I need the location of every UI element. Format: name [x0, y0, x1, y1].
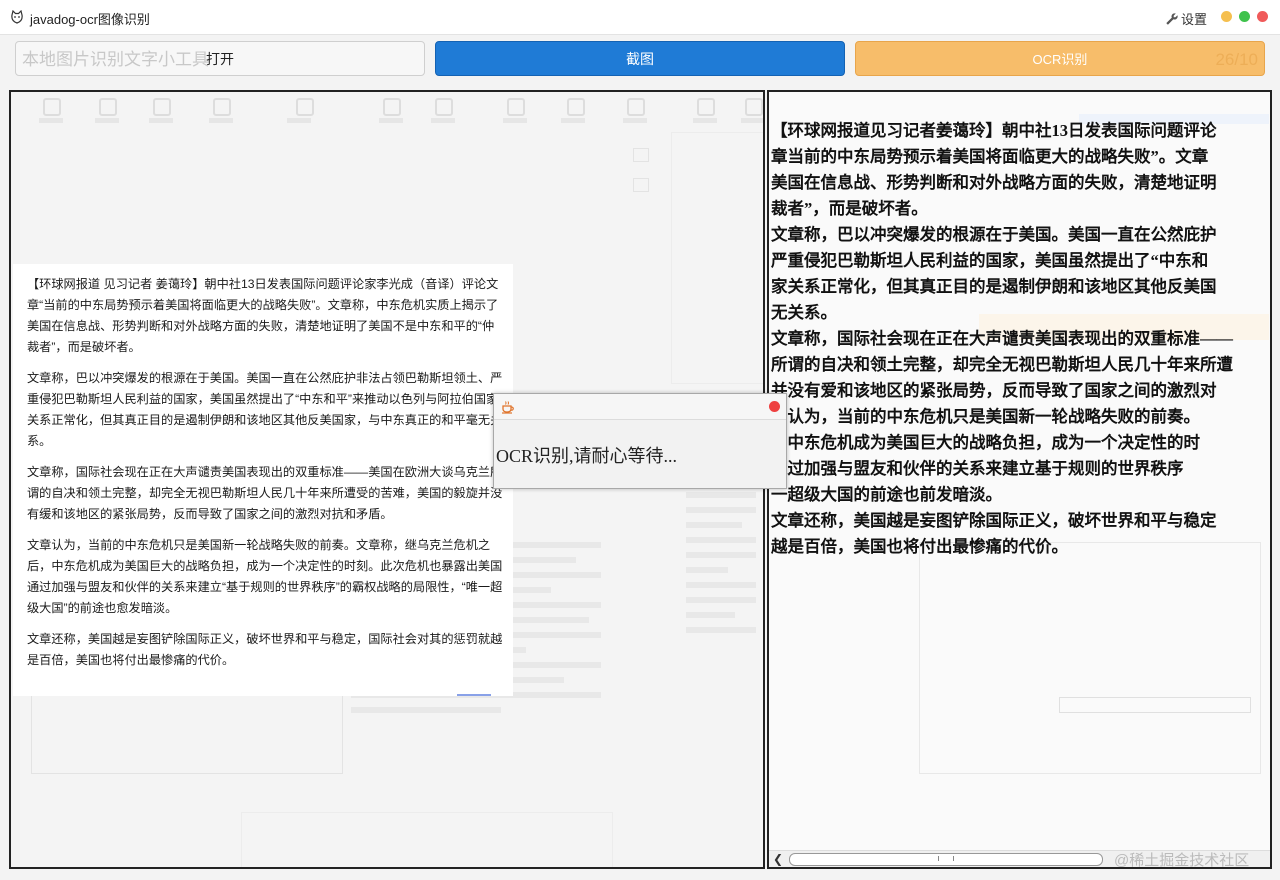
- toolbar: 本地图片识别文字小工具 打开 截图 OCR识别 26/10: [0, 35, 1280, 87]
- ocr-result-pane[interactable]: 【环球网报道见习记者姜蔼玲】朝中社13日发表国际问题评论 章当前的中东局势预示着…: [767, 90, 1272, 869]
- window-title: javadog-ocr图像识别: [30, 12, 150, 27]
- ocr-button-ghost-text: 26/10: [1215, 50, 1258, 69]
- ocr-line: 章认为，当前的中东危机只是美国新一轮战略失败的前奏。: [771, 407, 1200, 426]
- settings-button[interactable]: 设置: [1165, 9, 1207, 28]
- wrench-icon: [1166, 13, 1178, 25]
- article-paragraph: 【环球网报道 见习记者 姜蔼玲】朝中社13日发表国际问题评论家李光成（音译）评论…: [27, 277, 499, 354]
- background-ghost-panel: [241, 812, 613, 867]
- background-ghost-panel: [919, 542, 1261, 774]
- open-button-label: 打开: [206, 51, 234, 67]
- dialog-title-bar: [494, 394, 786, 420]
- ocr-line: 所谓的自决和领土完整，却完全无视巴勒斯坦人民几十年来所遭: [771, 355, 1233, 374]
- background-ghost-element: [633, 178, 649, 192]
- article-paragraph: 文章认为，当前的中东危机只是美国新一轮战略失败的前奏。文章称，继乌克兰危机之后，…: [27, 538, 503, 615]
- ocr-line: 严重侵犯巴勒斯坦人民利益的国家，美国虽然提出了“中东和: [771, 251, 1209, 270]
- ocr-line: 文章称，巴以冲突爆发的根源在于美国。美国一直在公然庇护: [771, 225, 1217, 244]
- article-underline-mark: [457, 694, 491, 696]
- minimize-button[interactable]: [1221, 11, 1232, 22]
- scrollbar-grip-icon: [938, 856, 954, 861]
- captured-article-image: 【环球网报道 见习记者 姜蔼玲】朝中社13日发表国际问题评论家李光成（音译）评论…: [13, 264, 513, 696]
- settings-label: 设置: [1181, 12, 1208, 27]
- watermark-text: @稀土掘金技术社区: [1114, 852, 1250, 869]
- dialog-message: OCR识别,请耐心等待...: [496, 446, 678, 466]
- app-logo-icon: [11, 10, 23, 24]
- close-button[interactable]: [1257, 11, 1268, 22]
- ocr-line: 一超级大国的前途也前发暗淡。: [771, 485, 1002, 504]
- ocr-line: 【环球网报道见习记者姜蔼玲】朝中社13日发表国际问题评论: [771, 121, 1217, 140]
- maximize-button[interactable]: [1239, 11, 1250, 22]
- ocr-line: 并没有爱和该地区的紧张局势，反而导致了国家之间的激烈对: [771, 381, 1217, 400]
- open-button[interactable]: 本地图片识别文字小工具 打开: [15, 41, 425, 76]
- article-paragraph: 文章还称，美国越是妄图铲除国际正义，破坏世界和平与稳定，国际社会对其的惩罚就越是…: [27, 632, 503, 667]
- ocr-line: 通过加强与盟友和伙伴的关系来建立基于规则的世界秩序: [771, 459, 1184, 478]
- background-ghost-text: [686, 492, 756, 642]
- article-paragraph: 文章称，巴以冲突爆发的根源在于美国。美国一直在公然庇护非法占领巴勒斯坦领土、严重…: [27, 371, 503, 448]
- dialog-close-button[interactable]: [769, 401, 780, 412]
- ocr-button[interactable]: OCR识别 26/10: [855, 41, 1265, 76]
- article-paragraph: 文章称，国际社会现在正在大声谴责美国表现出的双重标准——美国在欧洲大谈乌克兰所谓…: [27, 465, 503, 521]
- coffee-cup-icon: [502, 401, 514, 414]
- ocr-result-text[interactable]: 【环球网报道见习记者姜蔼玲】朝中社13日发表国际问题评论 章当前的中东局势预示着…: [771, 118, 1270, 560]
- open-button-ghost-text: 本地图片识别文字小工具: [22, 50, 209, 69]
- background-ghost-element: [1059, 697, 1251, 713]
- ocr-line: 章当前的中东局势预示着美国将面临更大的战略失败”。文章: [771, 147, 1209, 166]
- ocr-line: 美国在信息战、形势判断和对外战略方面的失败，清楚地证明: [771, 173, 1217, 192]
- ocr-line: ，中东危机成为美国巨大的战略负担，成为一个决定性的时: [771, 433, 1200, 452]
- scrollbar-thumb[interactable]: [789, 853, 1103, 866]
- ocr-line: 无关系。: [771, 303, 837, 322]
- capture-button-label: 截图: [626, 51, 654, 67]
- title-bar: javadog-ocr图像识别 设置: [0, 0, 1280, 35]
- background-ghost-panel: [671, 132, 763, 384]
- background-toolbar-ghost: [11, 92, 763, 132]
- ocr-line: 文章称，国际社会现在正在大声谴责美国表现出的双重标准——: [771, 329, 1233, 348]
- ocr-line: 越是百倍，美国也将付出最惨痛的代价。: [771, 537, 1068, 556]
- ocr-line: 家关系正常化，但其真正目的是遏制伊朗和该地区其他反美国: [771, 277, 1217, 296]
- capture-button[interactable]: 截图: [435, 41, 845, 76]
- ocr-button-label: OCR识别: [1032, 52, 1088, 67]
- ocr-line: 裁者”，而是破坏者。: [771, 199, 928, 218]
- background-ghost-element: [633, 148, 649, 162]
- horizontal-scrollbar[interactable]: ❮ @稀土掘金技术社区: [769, 850, 1270, 867]
- ocr-line: 文章还称，美国越是妄图铲除国际正义，破坏世界和平与稳定: [771, 511, 1217, 530]
- ocr-progress-dialog: OCR识别,请耐心等待...: [493, 393, 787, 489]
- scroll-left-arrow-icon[interactable]: ❮: [773, 852, 783, 866]
